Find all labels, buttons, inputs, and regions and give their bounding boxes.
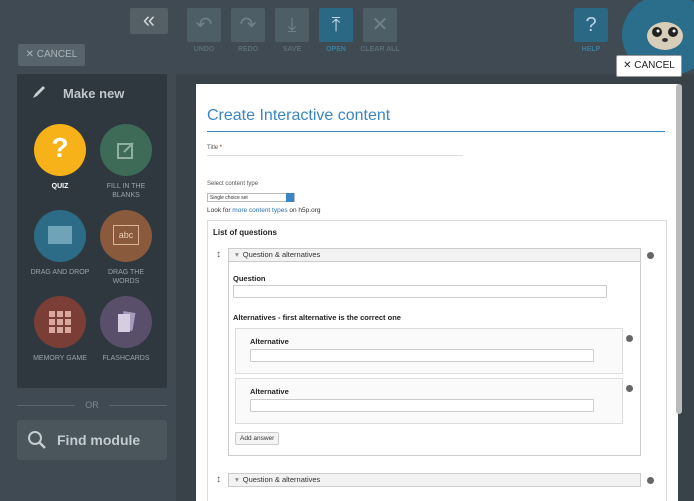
alternative-box: Alternative xyxy=(235,378,623,424)
tile-drag-the-words[interactable]: abc DRAG THE WORDS xyxy=(96,210,156,286)
chevron-down-icon xyxy=(286,193,294,202)
undo-button[interactable]: ↶ UNDO xyxy=(181,8,227,53)
tile-label: QUIZ xyxy=(51,183,69,190)
find-module-label: Find module xyxy=(57,432,141,448)
help-label: HELP xyxy=(581,46,601,53)
tile-label: MEMORY GAME xyxy=(33,355,87,362)
more-content-types-link[interactable]: more content types xyxy=(232,207,287,214)
add-answer-button[interactable]: Add answer xyxy=(235,432,280,445)
look-suffix: on h5p.org xyxy=(287,207,321,214)
edit-icon xyxy=(100,124,152,176)
open-button[interactable]: ⤒ OPEN xyxy=(313,8,359,53)
cancel-button-right[interactable]: ✕ CANCEL xyxy=(616,55,682,77)
pencil-icon xyxy=(33,86,45,98)
double-chevron-left-icon: « xyxy=(142,7,156,32)
tile-memory-game[interactable]: MEMORY GAME xyxy=(30,296,90,363)
cancel-button-left[interactable]: ✕ CANCEL xyxy=(18,44,85,66)
tile-flashcards[interactable]: FLASHCARDS xyxy=(96,296,156,363)
content-type-value: Single choice set xyxy=(210,195,248,201)
search-icon xyxy=(28,431,46,449)
close-icon: ✕ xyxy=(363,8,397,42)
remove-group-icon[interactable] xyxy=(647,477,654,484)
cards-icon xyxy=(100,296,152,348)
title-input[interactable] xyxy=(207,154,463,156)
content-type-select[interactable]: Single choice set xyxy=(207,193,295,202)
make-new-label: Make new xyxy=(63,86,125,101)
collapse-sidebar-button[interactable]: « xyxy=(130,8,168,34)
question-group-body: Question Alternatives - first alternativ… xyxy=(228,262,641,456)
grid-icon xyxy=(34,296,86,348)
content-type-label: Select content type xyxy=(207,181,259,187)
alternative-label: Alternative xyxy=(250,387,289,396)
clear-all-label: CLEAR ALL xyxy=(360,46,400,53)
find-module-button[interactable]: Find module xyxy=(17,420,167,460)
group-header-label: Question & alternatives xyxy=(242,250,321,259)
alternative-label: Alternative xyxy=(250,337,289,346)
alternative-input[interactable] xyxy=(250,349,594,362)
more-content-types-text: Look for more content types on h5p.org xyxy=(207,207,320,214)
save-label: SAVE xyxy=(282,46,302,53)
caret-down-icon: ▾ xyxy=(235,250,239,259)
redo-button[interactable]: ↷ REDO xyxy=(225,8,271,53)
tile-label: DRAG AND DROP xyxy=(30,269,90,276)
remove-alternative-icon[interactable] xyxy=(626,335,633,342)
tile-label: DRAG THE WORDS xyxy=(107,269,145,285)
open-label: OPEN xyxy=(326,46,346,53)
page-title: Create Interactive content xyxy=(207,107,391,124)
tile-quiz[interactable]: ? QUIZ xyxy=(30,124,90,191)
alternative-input[interactable] xyxy=(250,399,594,412)
alternative-box: Alternative xyxy=(235,328,623,374)
upload-icon: ⤒ xyxy=(319,8,353,42)
required-marker: * xyxy=(219,145,223,151)
or-divider: OR xyxy=(17,398,167,412)
title-field-label: Title * xyxy=(207,145,222,151)
caret-down-icon: ▾ xyxy=(235,475,239,484)
list-title: List of questions xyxy=(213,228,277,237)
look-prefix: Look for xyxy=(207,207,233,214)
question-group-header[interactable]: ▾ Question & alternatives xyxy=(228,248,641,262)
redo-label: REDO xyxy=(237,46,259,53)
drag-drop-icon xyxy=(34,210,86,262)
question-input[interactable] xyxy=(233,285,607,298)
tile-drag-and-drop[interactable]: DRAG AND DROP xyxy=(30,210,90,277)
make-new-panel: Make new ? QUIZ FILL IN THE BLANKS DRAG … xyxy=(17,74,167,388)
sidebar: « ✕ CANCEL Make new ? QUIZ FILL IN THE B… xyxy=(0,0,176,501)
undo-icon: ↶ xyxy=(187,8,221,42)
save-icon: ⤓ xyxy=(275,8,309,42)
title-divider xyxy=(207,131,665,132)
save-button[interactable]: ⤓ SAVE xyxy=(269,8,315,53)
question-group-header[interactable]: ▾ Question & alternatives xyxy=(228,473,641,487)
group-header-label: Question & alternatives xyxy=(242,475,321,484)
make-new-header: Make new xyxy=(17,74,167,112)
redo-icon: ↷ xyxy=(231,8,265,42)
drag-handle-icon[interactable]: ↕ xyxy=(216,474,221,485)
tile-label: FILL IN THE BLANKS xyxy=(106,183,146,199)
help-button[interactable]: ? HELP xyxy=(568,8,614,53)
tile-label: FLASHCARDS xyxy=(102,355,150,362)
help-icon: ? xyxy=(574,8,608,42)
undo-label: UNDO xyxy=(193,46,215,53)
abc-icon: abc xyxy=(100,210,152,262)
question-icon: ? xyxy=(34,124,86,176)
alternatives-label: Alternatives - first alternative is the … xyxy=(233,313,401,322)
page-scrollbar[interactable] xyxy=(676,84,682,414)
remove-alternative-icon[interactable] xyxy=(626,385,633,392)
remove-group-icon[interactable] xyxy=(647,252,654,259)
clear-all-button[interactable]: ✕ CLEAR ALL xyxy=(357,8,403,53)
question-label: Question xyxy=(233,274,266,283)
questions-list: List of questions ↕ ▾ Question & alternat… xyxy=(207,220,667,501)
drag-handle-icon[interactable]: ↕ xyxy=(216,249,221,260)
editor-page: Create Interactive content Title * Selec… xyxy=(196,84,678,501)
tile-fill-in-the-blanks[interactable]: FILL IN THE BLANKS xyxy=(96,124,156,200)
title-label-text: Title xyxy=(207,145,219,151)
